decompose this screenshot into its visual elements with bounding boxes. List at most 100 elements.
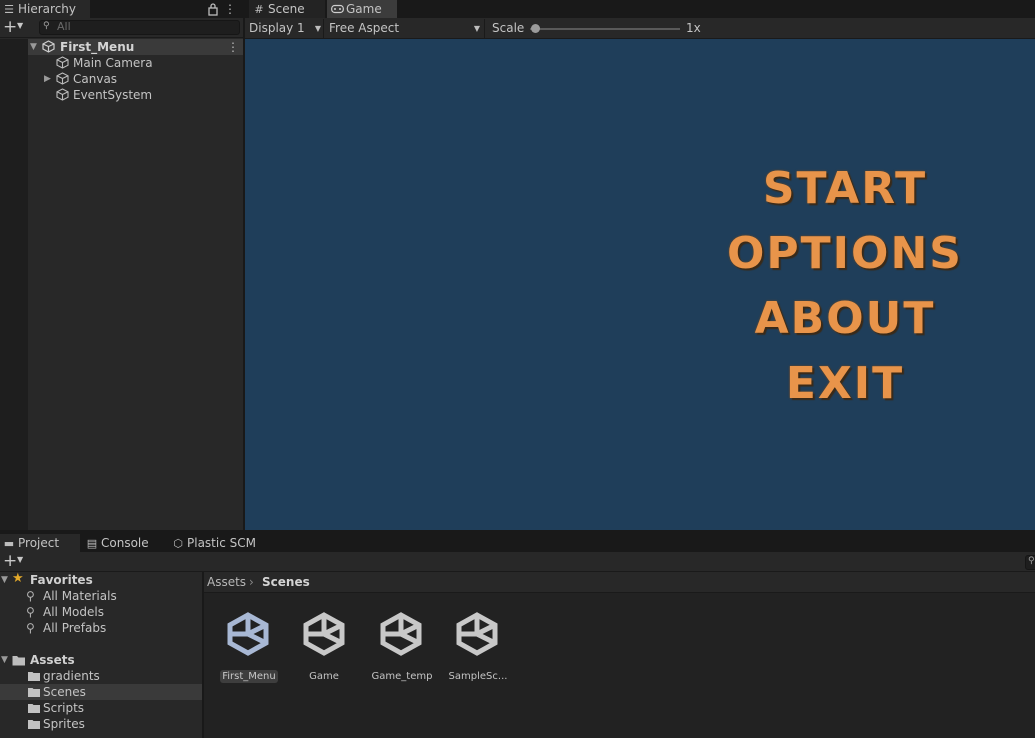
menu-item-start[interactable]: START [715,163,975,215]
hierarchy-panel: ☰ Hierarchy ⋮ + ▼ ⚲ All ▼ First_Menu ⋮ Ma… [0,0,243,530]
scale-slider[interactable] [530,24,682,34]
search-icon: ⚲ [1028,556,1035,566]
scale-slider-track [530,28,680,30]
folder-item-scripts[interactable]: Scripts [0,700,202,716]
asset-tile-samplescene[interactable]: SampleSc... [446,608,510,686]
folder-item-sprites[interactable]: Sprites [0,716,202,732]
project-add-button[interactable]: + ▼ [2,551,28,571]
lock-icon[interactable] [207,2,219,16]
menu-item-options[interactable]: OPTIONS [715,228,975,280]
favorites-header[interactable]: ▼ ★ Favorites [0,572,202,588]
asset-label: First_Menu [220,670,278,683]
panel-divider [243,0,245,530]
open-folder-icon [12,655,26,666]
display-dropdown[interactable]: Display 1 ▼ [245,19,324,38]
asset-label: Game_temp [371,671,433,682]
plus-icon: + [3,551,18,571]
breadcrumb-current[interactable]: Scenes [262,572,310,593]
favorite-item[interactable]: ⚲ All Materials [0,588,202,604]
hierarchy-gutter [0,39,28,530]
assets-label: Assets [30,653,75,667]
folder-icon [28,719,40,729]
scale-label: Scale [492,21,525,35]
project-toolbar [0,552,1035,572]
aspect-dropdown[interactable]: Free Aspect ▼ [325,19,485,38]
assets-header[interactable]: ▼ Assets [0,652,202,668]
caret-down-icon: ▼ [314,24,321,33]
favorites-label: Favorites [30,573,93,587]
search-icon: ⚲ [26,621,35,635]
hierarchy-item-label: EventSystem [73,88,153,102]
collapsed-arrow-icon[interactable]: ▶ [44,71,51,87]
kebab-menu-icon[interactable]: ⋮ [224,2,236,16]
asset-label: Game [309,671,339,682]
folder-icon [28,671,40,681]
main-menu: START OPTIONS ABOUT EXIT [715,163,975,413]
asset-tile-first-menu[interactable]: First_Menu [218,608,278,686]
menu-item-exit[interactable]: EXIT [715,358,975,410]
tab-hierarchy-label: Hierarchy [18,2,77,16]
favorite-item[interactable]: ⚲ All Prefabs [0,620,202,636]
search-icon: ⚲ [26,605,35,619]
folder-label: Sprites [43,717,85,731]
search-icon: ⚲ [43,21,50,31]
grid-icon: # [254,3,264,16]
unity-logo-icon [222,608,274,660]
folder-label: Scenes [43,685,86,699]
breadcrumb: Assets › Scenes [204,572,1035,593]
chevron-right-icon: › [249,575,254,589]
scale-slider-thumb[interactable] [531,24,540,33]
caret-down-icon: ▼ [17,21,24,30]
breadcrumb-root[interactable]: Assets [207,572,246,593]
hierarchy-item-label: Main Camera [73,56,153,70]
scene-options-icon[interactable]: ⋮ [227,39,239,55]
unity-logo-icon [298,608,350,660]
star-icon: ★ [12,572,24,586]
folder-item-scenes[interactable]: Scenes [0,684,202,700]
console-icon: ▤ [86,537,98,550]
scene-row-first-menu[interactable]: ▼ First_Menu ⋮ [28,39,243,55]
display-value: Display 1 [249,21,305,35]
project-search-input[interactable]: ⚲ [1025,555,1035,570]
favorite-item[interactable]: ⚲ All Models [0,604,202,620]
asset-tile-game[interactable]: Game [294,608,354,686]
project-tree: ▼ ★ Favorites ⚲ All Materials ⚲ All Mode… [0,572,202,738]
hierarchy-item-canvas[interactable]: ▶ Canvas [28,71,243,87]
folder-label: Scripts [43,701,85,715]
search-icon: ⚲ [26,589,35,603]
hierarchy-search-input[interactable]: ⚲ All [39,20,240,35]
tab-hierarchy[interactable]: ☰ Hierarchy [0,0,90,18]
tab-console[interactable]: ▤ Console [82,534,162,552]
hierarchy-item-main-camera[interactable]: Main Camera [28,55,243,71]
unity-logo-icon [375,608,427,660]
hierarchy-item-eventsystem[interactable]: EventSystem [28,87,243,103]
caret-down-icon: ▼ [17,555,24,564]
favorite-label: All Materials [43,589,117,603]
plastic-scm-icon: ⬡ [173,537,183,550]
tab-scene[interactable]: # Scene [249,0,325,18]
favorite-label: All Prefabs [43,621,107,635]
tab-project-label: Project [18,536,60,550]
tab-project[interactable]: ▬ Project [0,534,80,552]
expand-arrow-icon[interactable]: ▼ [1,572,8,588]
favorite-label: All Models [43,605,104,619]
tab-scene-label: Scene [268,2,305,16]
unity-logo-icon [451,608,503,660]
menu-item-about[interactable]: ABOUT [715,293,975,345]
folder-icon [28,687,40,697]
game-viewport[interactable]: START OPTIONS ABOUT EXIT [245,39,1035,530]
gameobject-cube-icon [56,56,69,69]
scale-value: 1x [686,21,701,35]
add-dropdown-button[interactable]: + ▼ [2,17,28,37]
search-placeholder: All [57,20,71,33]
tab-plastic-scm[interactable]: ⬡ Plastic SCM [168,534,268,552]
tab-game-label: Game [346,2,382,16]
folder-item-gradients[interactable]: gradients [0,668,202,684]
asset-tile-game-temp[interactable]: Game_temp [370,608,434,686]
expand-arrow-icon[interactable]: ▼ [1,652,8,668]
expand-arrow-icon[interactable]: ▼ [30,39,37,55]
tab-console-label: Console [101,536,149,550]
tab-game[interactable]: Game [327,0,397,18]
gameobject-cube-icon [56,88,69,101]
caret-down-icon: ▼ [473,24,480,33]
